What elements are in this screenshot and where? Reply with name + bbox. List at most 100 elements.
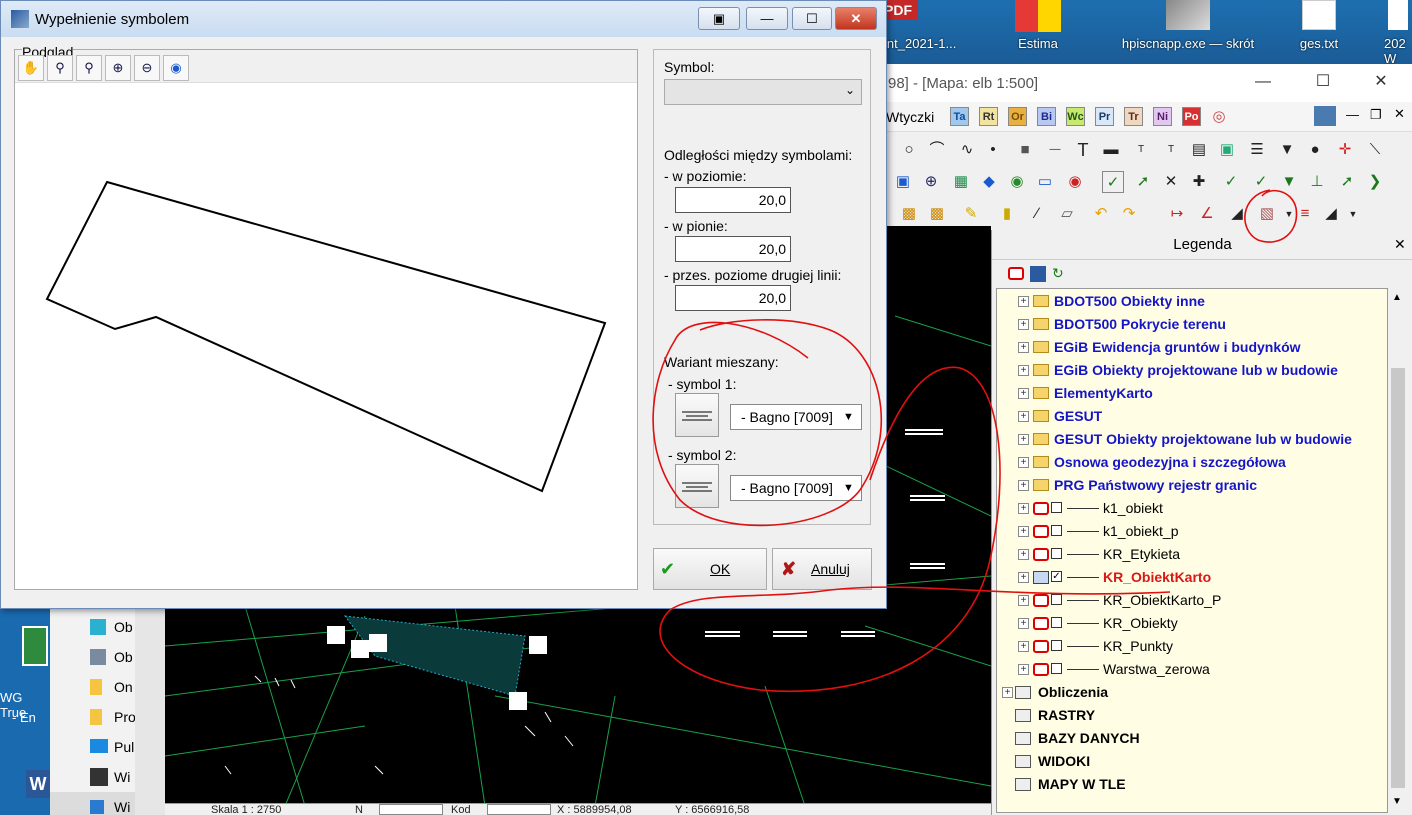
cancel-button[interactable]: ✘ Anuluj: [772, 548, 872, 590]
layer-checkbox[interactable]: [1051, 525, 1062, 536]
parallelogram-icon[interactable]: ▱: [1056, 203, 1078, 225]
tag-pr[interactable]: Pr: [1095, 107, 1114, 126]
legend-group[interactable]: + Obliczenia: [997, 681, 1387, 704]
expand-icon[interactable]: +: [1018, 595, 1029, 606]
axis-icon[interactable]: ⊥: [1306, 171, 1328, 193]
line-draw-icon[interactable]: ➚: [1132, 171, 1154, 193]
legend-group[interactable]: RASTRY: [997, 704, 1387, 727]
pencil-icon[interactable]: ✎: [960, 203, 982, 225]
mdi-close-icon[interactable]: ✕: [1394, 106, 1405, 122]
chevron-down-icon[interactable]: ▼: [1342, 203, 1364, 225]
snap-icon[interactable]: ✓: [1250, 171, 1272, 193]
measure-icon[interactable]: ↦: [1166, 203, 1188, 225]
legend-item[interactable]: + GESUT Obiekty projektowane lub w budowi…: [997, 428, 1387, 451]
diamond-icon[interactable]: ◆: [978, 171, 1000, 193]
expand-icon[interactable]: +: [1018, 388, 1029, 399]
legend-item[interactable]: + GESUT: [997, 405, 1387, 428]
ok-button[interactable]: ✔ OK: [653, 548, 767, 590]
legend-scrollbar[interactable]: ▲ ▼: [1388, 288, 1408, 813]
desktop-icon-estima[interactable]: Estima: [983, 0, 1093, 51]
expand-icon[interactable]: +: [1018, 641, 1029, 652]
cross-out-icon[interactable]: ✕: [1160, 171, 1182, 193]
legend-item[interactable]: + ✓ KR_ObiektKarto: [997, 566, 1387, 589]
tag-ta[interactable]: Ta: [950, 107, 969, 126]
expand-icon[interactable]: +: [1018, 365, 1029, 376]
tag-ni[interactable]: Ni: [1153, 107, 1172, 126]
shield-icon[interactable]: ▼: [1276, 139, 1298, 161]
hatch-icon[interactable]: ▦: [950, 171, 972, 193]
expand-icon[interactable]: +: [1018, 664, 1029, 675]
layer-checkbox[interactable]: [1051, 663, 1062, 674]
scroll-thumb[interactable]: [1391, 368, 1405, 788]
pan-hand-icon[interactable]: ✋: [18, 55, 44, 81]
text-box-icon[interactable]: ▬: [1100, 139, 1122, 161]
tag-po[interactable]: Po: [1182, 107, 1201, 126]
menu-item-wtyczki[interactable]: Wtyczki: [886, 109, 934, 125]
hatch-fill-icon[interactable]: ▧: [1256, 203, 1278, 225]
legend-item[interactable]: + BDOT500 Obiekty inne: [997, 290, 1387, 313]
expand-icon[interactable]: +: [1018, 549, 1029, 560]
refresh-icon[interactable]: ↻: [1052, 265, 1064, 282]
select-icon[interactable]: ●: [1304, 139, 1326, 161]
polygon-icon[interactable]: ▭: [1034, 171, 1056, 193]
tag-tr[interactable]: Tr: [1124, 107, 1143, 126]
crosshair-icon[interactable]: ✛: [1334, 139, 1356, 161]
redo-icon[interactable]: ↷: [1118, 203, 1140, 225]
symbol1-select[interactable]: - Bagno [7009] ▼: [730, 404, 862, 430]
expand-icon[interactable]: +: [1002, 687, 1013, 698]
zoom-out-icon[interactable]: ⊖: [134, 55, 160, 81]
dialog-minimize-icon[interactable]: —: [746, 7, 788, 30]
legend-item[interactable]: + ElementyKarto: [997, 382, 1387, 405]
tag-or[interactable]: Or: [1008, 107, 1027, 126]
note-icon[interactable]: ▤: [1188, 139, 1210, 161]
symbol2-select[interactable]: - Bagno [7009] ▼: [730, 475, 862, 501]
target-icon[interactable]: ⊕: [920, 171, 942, 193]
legend-item[interactable]: + PRG Państwowy rejestr granic: [997, 474, 1387, 497]
app-shortcut-icon[interactable]: [22, 626, 48, 666]
import-icon[interactable]: ▩: [898, 203, 920, 225]
circle-icon[interactable]: ○: [898, 139, 920, 161]
tag-rt[interactable]: Rt: [979, 107, 998, 126]
legend-item[interactable]: + KR_Obiekty: [997, 612, 1387, 635]
eraser-icon[interactable]: ▮: [996, 203, 1018, 225]
pin-icon[interactable]: ◉: [1064, 171, 1086, 193]
layer-grid-icon[interactable]: [1030, 266, 1046, 282]
layer-visibility-icon[interactable]: [1008, 267, 1024, 280]
expand-icon[interactable]: +: [1018, 411, 1029, 422]
dialog-maximize-icon[interactable]: ☐: [792, 7, 832, 30]
expand-icon[interactable]: +: [1018, 296, 1029, 307]
legend-group[interactable]: BAZY DANYCH: [997, 727, 1387, 750]
curve-icon[interactable]: ∿: [956, 139, 978, 161]
layer-checkbox[interactable]: [1051, 640, 1062, 651]
expand-icon[interactable]: +: [1018, 342, 1029, 353]
expand-icon[interactable]: +: [1018, 572, 1029, 583]
symbol1-preview-button[interactable]: [675, 393, 719, 437]
horizontal-spacing-input[interactable]: 20,0: [675, 187, 791, 213]
zoom-window-icon[interactable]: ⚲: [47, 55, 73, 81]
legend-close-icon[interactable]: ✕: [1394, 236, 1406, 253]
expand-icon[interactable]: +: [1018, 319, 1029, 330]
expand-icon[interactable]: +: [1018, 526, 1029, 537]
line-check-icon[interactable]: ✓: [1102, 171, 1124, 193]
close-icon[interactable]: ✕: [1358, 64, 1404, 102]
chevron-right-icon[interactable]: ❯: [1364, 171, 1386, 193]
dimension-icon[interactable]: ––: [1044, 139, 1066, 161]
layer-checkbox[interactable]: ✓: [1051, 571, 1062, 582]
circle-n-icon[interactable]: ◉: [1006, 171, 1028, 193]
export-icon[interactable]: ▩: [926, 203, 948, 225]
desktop-icon-pdf[interactable]: PDF ant_2021-1...: [878, 0, 958, 51]
desktop-icon-hpiscnapp[interactable]: hpiscnapp.exe — skrót: [1118, 0, 1258, 52]
point-icon[interactable]: •: [982, 139, 1004, 161]
fill-icon[interactable]: ■: [1014, 139, 1036, 161]
scroll-down-icon[interactable]: ▼: [1392, 796, 1402, 807]
layer-checkbox[interactable]: [1051, 548, 1062, 559]
expand-icon[interactable]: +: [1018, 618, 1029, 629]
tag-wc[interactable]: Wc: [1066, 107, 1085, 126]
fill-shape-icon[interactable]: ▼: [1278, 171, 1300, 193]
text-size-icon[interactable]: T: [1160, 139, 1182, 161]
text-height-icon[interactable]: T: [1130, 139, 1152, 161]
status-n-field[interactable]: [379, 804, 443, 815]
zoom-extent-icon[interactable]: ◉: [163, 55, 189, 81]
split-icon[interactable]: ✚: [1188, 171, 1210, 193]
vertical-spacing-input[interactable]: 20,0: [675, 236, 791, 262]
